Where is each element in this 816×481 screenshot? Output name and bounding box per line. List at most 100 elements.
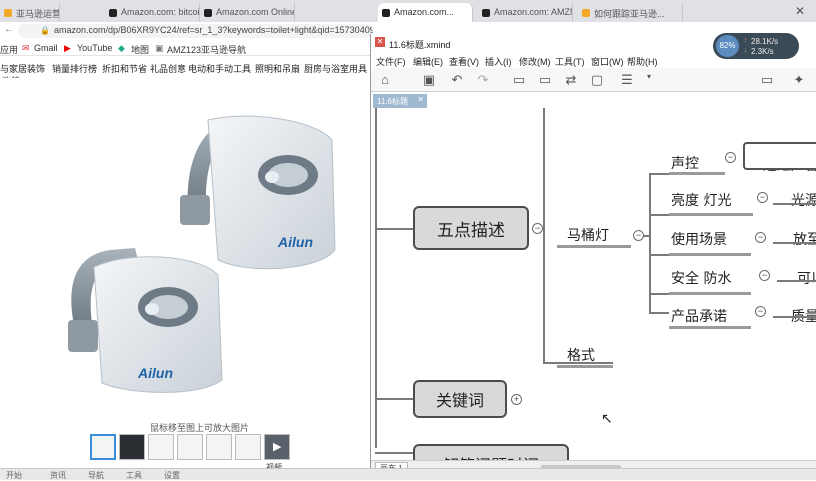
boundary-icon[interactable]: ▢ (589, 72, 605, 88)
browser-tab[interactable]: Amazon.com Online... (200, 3, 295, 22)
taskbar-item[interactable]: 资讯 (50, 470, 66, 481)
subtopic-icon[interactable]: ▭ (537, 72, 553, 88)
topic-answer-time[interactable]: 解答问题时间 (413, 444, 569, 460)
subtopic-underline (557, 245, 631, 248)
collapse-toggle[interactable]: − (755, 306, 766, 317)
collapse-toggle[interactable]: − (532, 223, 543, 234)
subtopic-format[interactable]: 格式 (567, 345, 595, 365)
undo-icon[interactable]: ↶ (449, 72, 465, 88)
nav-gifts[interactable]: 礼品创意 (150, 62, 186, 75)
thumbnail[interactable] (119, 434, 145, 460)
amazon-favicon-icon (109, 9, 117, 17)
leaf-safety-detail[interactable]: 可以 (797, 268, 816, 288)
collapse-toggle[interactable]: − (755, 232, 766, 243)
video-thumbnail[interactable]: ▶ (264, 434, 290, 460)
leaf-safety[interactable]: 安全 防水 (671, 268, 731, 288)
browser-tab[interactable]: Amazon.com: bitcoin... (105, 3, 200, 22)
menu-file[interactable]: 文件(F) (376, 55, 406, 68)
relationship-icon[interactable]: ⇄ (563, 72, 579, 88)
browser-tab[interactable]: 如何跟踪亚马逊... (578, 3, 683, 22)
leaf-brightness-detail[interactable]: 光源 (791, 190, 816, 210)
tab-label: Amazon.com: bitcoin... (121, 7, 200, 17)
thumbnail[interactable] (206, 434, 232, 460)
redo-icon[interactable]: ↷ (475, 72, 491, 88)
url-field[interactable]: 🔒 amazon.com/dp/B06XR9YC24/ref=sr_1_3?ke… (18, 24, 373, 38)
menu-help[interactable]: 帮助(H) (627, 55, 658, 68)
apps-bookmark[interactable]: 应用 (0, 43, 18, 56)
menu-view[interactable]: 查看(V) (449, 55, 479, 68)
nav-tools[interactable]: 电动和手动工具 (188, 62, 251, 75)
collapse-toggle[interactable]: − (725, 152, 736, 163)
connector-line (773, 316, 816, 318)
mindmap-canvas[interactable]: 五点描述 − 关键词 + 解答问题时间 马桶灯 − 格式 声控 − 通过声音 亮… (371, 108, 816, 460)
close-window-icon[interactable]: ✕ (795, 4, 805, 18)
menu-insert[interactable]: 插入(I) (485, 55, 512, 68)
menu-edit[interactable]: 编辑(E) (413, 55, 443, 68)
product-image[interactable]: Ailun Ailun (50, 95, 350, 395)
menu-window[interactable]: 窗口(W) (591, 55, 624, 68)
document-tab[interactable]: 11.6标题 ✕ (373, 94, 427, 108)
topic-keywords[interactable]: 关键词 (413, 380, 507, 418)
connector-line (649, 312, 669, 314)
amazon-favicon-icon (482, 9, 490, 17)
nav-kitchen-bath[interactable]: 厨房与浴室用具 (304, 62, 367, 75)
thumbnail[interactable] (148, 434, 174, 460)
brand-logo-back: Ailun (277, 234, 313, 250)
topic-icon[interactable]: ▭ (511, 72, 527, 88)
url-text: amazon.com/dp/B06XR9YC24/ref=sr_1_3?keyw… (54, 25, 373, 35)
leaf-brightness[interactable]: 亮度 灯光 (671, 190, 731, 210)
taskbar-item[interactable]: 导航 (88, 470, 104, 481)
upload-speed: 28.1K/s (751, 37, 779, 46)
connector-line (777, 280, 816, 282)
summary-dropdown-icon[interactable]: ▾ (641, 72, 657, 81)
presentation-icon[interactable]: ▭ (759, 72, 775, 88)
bookmark-map[interactable]: 地图 (131, 43, 149, 56)
menu-tools[interactable]: 工具(T) (555, 55, 585, 68)
bookmark-gmail[interactable]: Gmail (34, 43, 58, 53)
expand-toggle[interactable]: + (511, 394, 522, 405)
connector-line (773, 203, 816, 205)
home-icon[interactable]: ⌂ (377, 72, 393, 87)
leaf-promise[interactable]: 产品承诺 (671, 306, 727, 326)
play-icon: ▶ (273, 441, 282, 453)
connector-line (649, 214, 669, 216)
taskbar-item[interactable]: 设置 (164, 470, 180, 481)
browser-tab[interactable]: Amazon.com: AMZN... (478, 3, 573, 22)
leaf-usage-detail[interactable]: 放至 (793, 229, 816, 249)
leaf-voice-detail-box (743, 142, 816, 170)
bookmark-youtube[interactable]: YouTube (77, 43, 112, 53)
collapse-toggle[interactable]: − (757, 192, 768, 203)
connector-line (649, 173, 651, 313)
taskbar: 开始 资讯 导航 工具 设置 (0, 468, 816, 480)
nav-bestsellers[interactable]: 销量排行榜 (52, 62, 97, 75)
save-icon[interactable]: ▣ (421, 72, 437, 88)
collapse-toggle[interactable]: − (759, 270, 770, 281)
summary-icon[interactable]: ☰ (619, 72, 635, 88)
lightbulb-icon[interactable]: ✦ (791, 72, 807, 88)
taskbar-item[interactable]: 工具 (126, 470, 142, 481)
tab-favicon-icon (4, 9, 12, 17)
nav-deals[interactable]: 折扣和节省 (102, 62, 147, 75)
leaf-underline (669, 253, 751, 256)
back-arrow-icon[interactable]: ← (4, 24, 14, 35)
thumbnail[interactable] (235, 434, 261, 460)
leaf-usage[interactable]: 使用场景 (671, 229, 727, 249)
leaf-voice[interactable]: 声控 (671, 153, 699, 173)
menu-modify[interactable]: 修改(M) (519, 55, 551, 68)
thumbnail[interactable] (177, 434, 203, 460)
tab-label: Amazon.com... (394, 7, 455, 17)
tab-favicon-icon (582, 9, 590, 17)
close-tab-icon[interactable]: ✕ (417, 95, 424, 104)
lock-icon: 🔒 (40, 26, 50, 35)
browser-tab-active[interactable]: Amazon.com... (378, 3, 473, 22)
collapse-toggle[interactable]: − (633, 230, 644, 241)
bookmark-amz123[interactable]: AMZ123亚马逊导航 (167, 43, 246, 56)
browser-tab[interactable]: 亚马逊运营... (0, 3, 60, 22)
nav-lighting[interactable]: 照明和吊扇 (255, 62, 300, 75)
mouse-cursor-icon: ↖ (601, 410, 613, 426)
taskbar-item[interactable]: 开始 (6, 470, 22, 481)
subtopic-toilet-light[interactable]: 马桶灯 (567, 225, 609, 245)
thumbnail[interactable] (90, 434, 116, 460)
topic-five-points[interactable]: 五点描述 (413, 206, 529, 250)
youtube-icon: ▶ (64, 43, 71, 53)
